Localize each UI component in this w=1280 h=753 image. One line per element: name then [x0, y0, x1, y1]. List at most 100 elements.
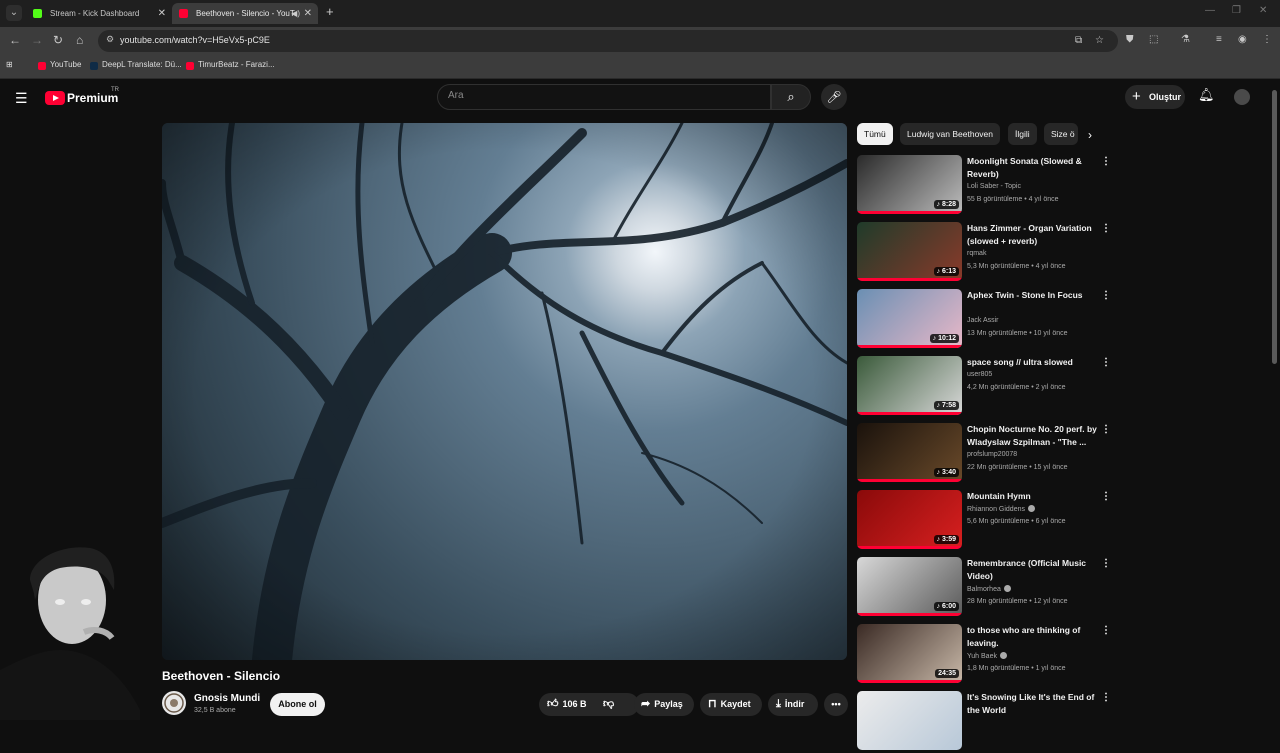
- video-thumbnail[interactable]: ♪ 3:59: [857, 490, 962, 549]
- account-avatar[interactable]: [1234, 89, 1250, 105]
- save-button[interactable]: ⊓ Kaydet: [700, 693, 762, 716]
- chip-beethoven[interactable]: Ludwig van Beethoven: [900, 123, 1001, 145]
- apps-icon[interactable]: ⊞: [6, 60, 13, 69]
- new-tab-icon[interactable]: +: [326, 4, 334, 19]
- more-actions-button[interactable]: •••: [824, 693, 848, 716]
- more-vertical-icon[interactable]: ⋮: [1101, 290, 1111, 301]
- video-player[interactable]: [162, 123, 847, 660]
- minimize-icon[interactable]: —: [1205, 5, 1215, 16]
- recommendation-channel[interactable]: rqmak: [967, 250, 986, 257]
- recommendation-item[interactable]: ♪ 6:00 Remembrance (Official Music Video)…: [857, 557, 1117, 619]
- duration-badge: ♪ 3:59: [933, 535, 959, 544]
- recommendation-channel[interactable]: Rhiannon Giddens: [967, 505, 1035, 513]
- close-window-icon[interactable]: ✕: [1259, 5, 1267, 16]
- more-vertical-icon[interactable]: ⋮: [1101, 692, 1111, 703]
- install-app-icon[interactable]: ⧉: [1075, 35, 1082, 46]
- video-thumbnail[interactable]: ♪ 6:13: [857, 222, 962, 281]
- recommendation-title[interactable]: Aphex Twin - Stone In Focus: [967, 289, 1097, 302]
- recommendation-title[interactable]: Moonlight Sonata (Slowed & Reverb): [967, 155, 1097, 181]
- youtube-premium-logo[interactable]: Premium TR: [45, 87, 119, 107]
- channel-name[interactable]: Gnosis Mundi: [194, 693, 260, 704]
- chip-related[interactable]: İlgili: [1008, 123, 1037, 145]
- voice-search-button[interactable]: 🎤︎: [821, 84, 847, 110]
- video-thumbnail[interactable]: ♪ 10:12: [857, 289, 962, 348]
- subscribe-button[interactable]: Abone ol: [270, 693, 325, 716]
- more-vertical-icon[interactable]: ⋮: [1101, 424, 1111, 435]
- browser-menu-icon[interactable]: ⋮: [1262, 34, 1272, 45]
- video-thumbnail[interactable]: 24:35: [857, 624, 962, 683]
- recommendation-title[interactable]: Hans Zimmer - Organ Variation (slowed + …: [967, 222, 1097, 248]
- close-tab-icon[interactable]: ✕: [158, 3, 166, 24]
- recommendation-meta: 13 Mn görüntüleme • 10 yıl önce: [967, 330, 1068, 337]
- recommendation-item[interactable]: ♪ 8:28 Moonlight Sonata (Slowed & Reverb)…: [857, 155, 1117, 217]
- notifications-bell-icon[interactable]: 🔔︎: [1198, 87, 1215, 103]
- recommendation-channel[interactable]: Yuh Baek: [967, 652, 1007, 660]
- more-vertical-icon[interactable]: ⋮: [1101, 625, 1111, 636]
- lab-icon[interactable]: ⚗: [1181, 34, 1190, 45]
- video-thumbnail[interactable]: ♪ 7:58: [857, 356, 962, 415]
- speaker-icon[interactable]: ◀): [291, 3, 300, 24]
- bookmark-star-icon[interactable]: ☆: [1095, 35, 1104, 46]
- more-vertical-icon[interactable]: ⋮: [1101, 558, 1111, 569]
- video-thumbnail[interactable]: [857, 691, 962, 750]
- bookmark-youtube[interactable]: YouTube: [38, 60, 81, 70]
- recommendation-item[interactable]: ♪ 6:13 Hans Zimmer - Organ Variation (slo…: [857, 222, 1117, 284]
- maximize-icon[interactable]: ❐: [1232, 5, 1241, 16]
- chip-for-you[interactable]: Size ö: [1044, 123, 1078, 145]
- recommendation-title[interactable]: Remembrance (Official Music Video): [967, 557, 1097, 583]
- chevron-right-icon[interactable]: ›: [1088, 128, 1092, 142]
- recommendation-item[interactable]: ♪ 10:12 Aphex Twin - Stone In Focus Jack A…: [857, 289, 1117, 351]
- menu-icon[interactable]: ☰: [15, 90, 28, 107]
- recommendation-item[interactable]: 24:35 to those who are thinking of leavin…: [857, 624, 1117, 686]
- recommendation-title[interactable]: Chopin Nocturne No. 20 perf. by Wladysla…: [967, 423, 1097, 449]
- recommendation-meta: 22 Mn görüntüleme • 15 yıl önce: [967, 464, 1068, 471]
- create-button[interactable]: + Oluştur: [1125, 85, 1185, 109]
- recommendation-title[interactable]: Mountain Hymn: [967, 490, 1097, 503]
- recommendation-title[interactable]: to those who are thinking of leaving.: [967, 624, 1097, 650]
- extensions-icon[interactable]: ⬚: [1149, 34, 1158, 45]
- profile-icon[interactable]: ◉: [1238, 34, 1247, 45]
- tab-kick-dashboard[interactable]: Stream - Kick Dashboard ✕: [26, 3, 172, 24]
- url-bar[interactable]: ⚙ youtube.com/watch?v=H5eVx5-pC9E ⧉ ☆: [98, 30, 1118, 52]
- reload-icon[interactable]: ↻: [53, 33, 63, 47]
- share-button[interactable]: ➦ Paylaş: [634, 693, 694, 716]
- recommendation-title[interactable]: space song // ultra slowed: [967, 356, 1097, 369]
- bookmark-timurbeatz[interactable]: TimurBeatz - Farazi...: [186, 60, 275, 70]
- recommendation-channel[interactable]: Loli Saber - Topic: [967, 183, 1021, 190]
- recommendation-item[interactable]: ♪ 7:58 space song // ultra slowed user805 4…: [857, 356, 1117, 418]
- home-icon[interactable]: ⌂: [76, 33, 83, 47]
- more-vertical-icon[interactable]: ⋮: [1101, 156, 1111, 167]
- tab-youtube-beethoven[interactable]: Beethoven - Silencio - YouT ◀) ✕: [172, 3, 318, 24]
- back-icon[interactable]: ←: [9, 33, 21, 47]
- dislike-button[interactable]: 👎︎: [603, 693, 618, 716]
- bookmark-deepl[interactable]: DeepL Translate: Dü...: [90, 60, 182, 70]
- recommendation-channel[interactable]: Balmorhea: [967, 585, 1011, 593]
- like-button[interactable]: 👍︎ 106 B: [547, 698, 587, 710]
- more-vertical-icon[interactable]: ⋮: [1101, 357, 1111, 368]
- search-button[interactable]: ⌕: [771, 84, 811, 110]
- more-vertical-icon[interactable]: ⋮: [1101, 491, 1111, 502]
- video-thumbnail[interactable]: ♪ 6:00: [857, 557, 962, 616]
- recommendation-channel[interactable]: user805: [967, 371, 992, 378]
- recommendation-title[interactable]: It's Snowing Like It's the End of the Wo…: [967, 691, 1097, 717]
- forward-icon[interactable]: →: [31, 33, 43, 47]
- chip-all[interactable]: Tümü: [857, 123, 893, 145]
- more-vertical-icon[interactable]: ⋮: [1101, 223, 1111, 234]
- site-info-icon[interactable]: ⚙: [106, 34, 114, 45]
- tab-search-button[interactable]: ⌄: [6, 5, 22, 21]
- download-button[interactable]: ⤓ İndir: [768, 693, 818, 716]
- video-thumbnail[interactable]: ♪ 8:28: [857, 155, 962, 214]
- recommendation-item[interactable]: ♪ 3:40 Chopin Nocturne No. 20 perf. by Wl…: [857, 423, 1117, 485]
- video-thumbnail[interactable]: ♪ 3:40: [857, 423, 962, 482]
- shield-extension-icon[interactable]: ⛊: [1126, 34, 1134, 45]
- media-control-icon[interactable]: ≡: [1216, 34, 1222, 45]
- recommendation-item[interactable]: ♪ 3:59 Mountain Hymn Rhiannon Giddens 5,6 M…: [857, 490, 1117, 552]
- recommendation-channel[interactable]: profslump20078: [967, 451, 1017, 458]
- recommendation-item[interactable]: It's Snowing Like It's the End of the Wo…: [857, 691, 1117, 753]
- page-scrollbar[interactable]: [1272, 90, 1277, 364]
- recommendation-channel[interactable]: Jack Assir: [967, 317, 999, 324]
- channel-avatar[interactable]: [162, 691, 186, 715]
- recommendation-meta: 1,8 Mn görüntüleme • 1 yıl önce: [967, 665, 1066, 672]
- search-input[interactable]: [448, 90, 748, 101]
- close-tab-icon[interactable]: ✕: [304, 3, 312, 24]
